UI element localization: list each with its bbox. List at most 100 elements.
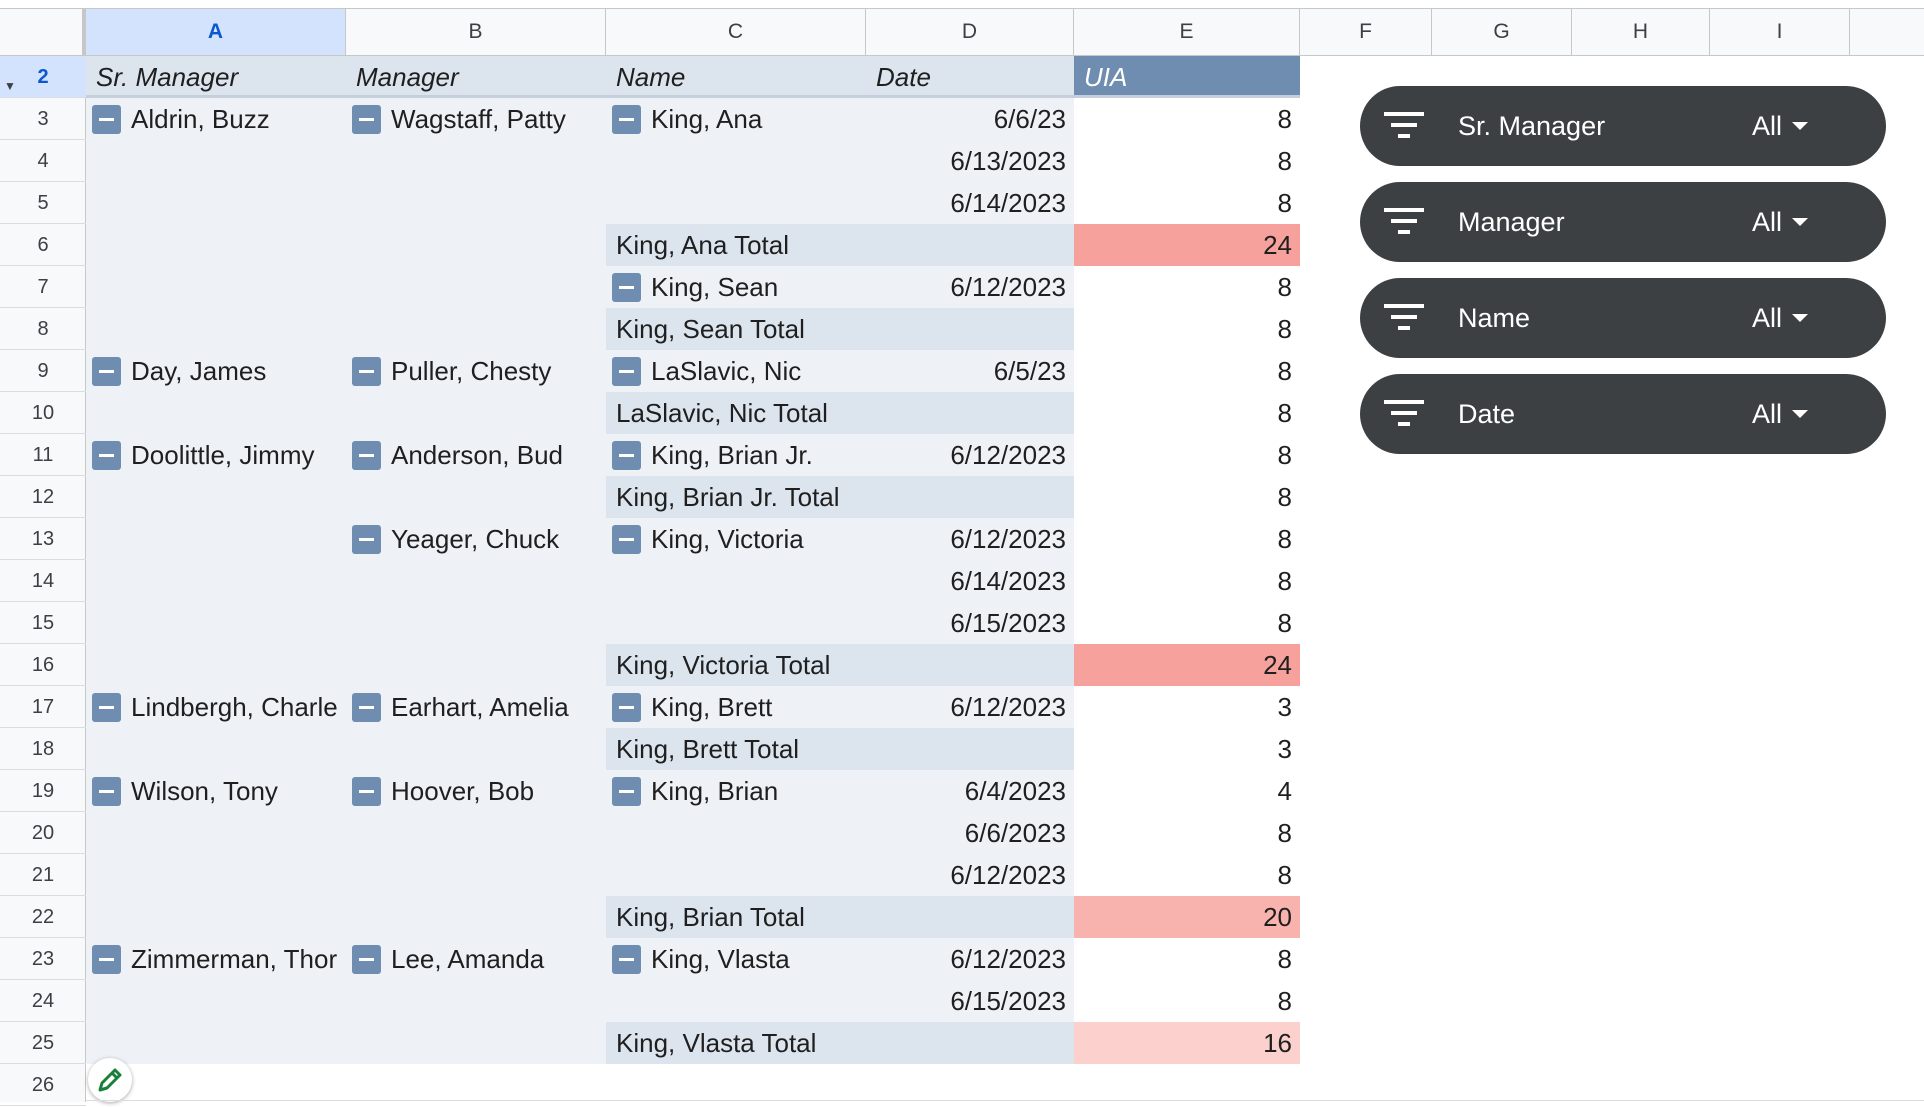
- row-header-10[interactable]: 10: [0, 392, 86, 434]
- pivot-subtotal-value[interactable]: 8: [1074, 476, 1300, 518]
- filter-chip-value[interactable]: All: [1752, 278, 1782, 358]
- pivot-cell-name[interactable]: King, Brian: [606, 770, 866, 812]
- column-header-i[interactable]: I: [1710, 9, 1850, 55]
- pivot-subtotal-label[interactable]: King, Brian Total: [606, 896, 1074, 938]
- pivot-cell-mgr[interactable]: [346, 182, 606, 224]
- pivot-cell-sr[interactable]: [86, 560, 346, 602]
- pivot-cell-mgr[interactable]: [346, 560, 606, 602]
- pivot-cell-sr[interactable]: [86, 140, 346, 182]
- pivot-subtotal-value[interactable]: 8: [1074, 308, 1300, 350]
- row-header-17[interactable]: 17: [0, 686, 86, 728]
- row-header-18[interactable]: 18: [0, 728, 86, 770]
- pivot-subtotal-label[interactable]: King, Ana Total: [606, 224, 1074, 266]
- pivot-cell-date[interactable]: 6/13/2023: [866, 140, 1074, 182]
- pivot-cell-mgr[interactable]: [346, 644, 606, 686]
- row-header-4[interactable]: 4: [0, 140, 86, 182]
- pivot-cell-mgr[interactable]: [346, 854, 606, 896]
- row-header-26[interactable]: 26: [0, 1064, 86, 1106]
- pivot-cell-mgr[interactable]: [346, 392, 606, 434]
- pivot-cell-sr[interactable]: [86, 896, 346, 938]
- row-header-2[interactable]: ▼ 2: [0, 56, 86, 98]
- pivot-cell-sr[interactable]: [86, 266, 346, 308]
- collapse-minus-icon[interactable]: [92, 104, 121, 134]
- pivot-cell-sr[interactable]: [86, 518, 346, 560]
- row-header-5[interactable]: 5: [0, 182, 86, 224]
- pivot-cell-name[interactable]: [606, 812, 866, 854]
- pivot-cell-sr[interactable]: Lindbergh, Charle: [86, 686, 346, 728]
- pivot-cell-name[interactable]: King, Ana: [606, 98, 866, 140]
- pivot-cell-sr[interactable]: [86, 644, 346, 686]
- pivot-cell-date[interactable]: 6/15/2023: [866, 602, 1074, 644]
- pivot-cell-name[interactable]: [606, 140, 866, 182]
- pivot-header-name[interactable]: Name: [606, 56, 866, 98]
- collapse-minus-icon[interactable]: [612, 524, 641, 554]
- pivot-cell-sr[interactable]: [86, 728, 346, 770]
- column-header-e[interactable]: E: [1074, 9, 1300, 55]
- pivot-cell-mgr[interactable]: [346, 308, 606, 350]
- collapse-minus-icon[interactable]: [92, 440, 121, 470]
- pivot-cell-uia[interactable]: 8: [1074, 602, 1300, 644]
- pivot-cell-mgr[interactable]: [346, 1022, 606, 1064]
- pivot-cell-uia[interactable]: 8: [1074, 812, 1300, 854]
- column-header-h[interactable]: H: [1572, 9, 1710, 55]
- pivot-header-sr[interactable]: Sr. Manager: [86, 56, 346, 98]
- collapse-minus-icon[interactable]: [352, 524, 381, 554]
- collapse-minus-icon[interactable]: [352, 440, 381, 470]
- collapse-minus-icon[interactable]: [352, 104, 381, 134]
- dropdown-caret-icon[interactable]: [1792, 314, 1808, 322]
- collapse-minus-icon[interactable]: [612, 356, 641, 386]
- row-header-8[interactable]: 8: [0, 308, 86, 350]
- row-header-6[interactable]: 6: [0, 224, 86, 266]
- pivot-cell-uia[interactable]: 8: [1074, 182, 1300, 224]
- pivot-subtotal-value[interactable]: 8: [1074, 392, 1300, 434]
- pivot-cell-uia[interactable]: 8: [1074, 266, 1300, 308]
- pivot-header-date[interactable]: Date: [866, 56, 1074, 98]
- pivot-subtotal-label[interactable]: King, Brett Total: [606, 728, 1074, 770]
- pivot-subtotal-label[interactable]: LaSlavic, Nic Total: [606, 392, 1074, 434]
- row-header-20[interactable]: 20: [0, 812, 86, 854]
- filter-chip-sr-manager[interactable]: Sr. Manager All: [1360, 86, 1886, 166]
- pivot-cell-sr[interactable]: [86, 854, 346, 896]
- pivot-cell-date[interactable]: 6/6/23: [866, 98, 1074, 140]
- pivot-cell-uia[interactable]: 8: [1074, 98, 1300, 140]
- filter-chip-value[interactable]: All: [1752, 86, 1782, 166]
- pivot-cell-mgr[interactable]: [346, 728, 606, 770]
- pivot-subtotal-value[interactable]: 24: [1074, 224, 1300, 266]
- pivot-cell-date[interactable]: 6/14/2023: [866, 182, 1074, 224]
- collapse-minus-icon[interactable]: [612, 104, 641, 134]
- collapse-minus-icon[interactable]: [92, 776, 121, 806]
- pivot-cell-uia[interactable]: 8: [1074, 854, 1300, 896]
- pivot-cell-sr[interactable]: [86, 392, 346, 434]
- collapse-minus-icon[interactable]: [612, 776, 641, 806]
- pivot-cell-uia[interactable]: 8: [1074, 980, 1300, 1022]
- pivot-subtotal-value[interactable]: 3: [1074, 728, 1300, 770]
- column-header-f[interactable]: F: [1300, 9, 1432, 55]
- pivot-cell-date[interactable]: 6/12/2023: [866, 686, 1074, 728]
- dropdown-caret-icon[interactable]: [1792, 218, 1808, 226]
- pivot-cell-mgr[interactable]: [346, 812, 606, 854]
- select-all-corner[interactable]: [0, 9, 86, 55]
- pivot-cell-mgr[interactable]: [346, 602, 606, 644]
- pivot-cell-sr[interactable]: [86, 476, 346, 518]
- pivot-cell-sr[interactable]: [86, 980, 346, 1022]
- pivot-cell-sr[interactable]: Day, James: [86, 350, 346, 392]
- pivot-cell-mgr[interactable]: Yeager, Chuck: [346, 518, 606, 560]
- collapse-minus-icon[interactable]: [612, 944, 641, 974]
- row-header-13[interactable]: 13: [0, 518, 86, 560]
- collapse-minus-icon[interactable]: [92, 356, 121, 386]
- row-header-16[interactable]: 16: [0, 644, 86, 686]
- pivot-cell-mgr[interactable]: Anderson, Bud: [346, 434, 606, 476]
- collapse-minus-icon[interactable]: [352, 776, 381, 806]
- pivot-cell-name[interactable]: [606, 854, 866, 896]
- pivot-cell-date[interactable]: 6/12/2023: [866, 434, 1074, 476]
- pivot-subtotal-label[interactable]: King, Brian Jr. Total: [606, 476, 1074, 518]
- pivot-cell-mgr[interactable]: Earhart, Amelia: [346, 686, 606, 728]
- pivot-cell-sr[interactable]: Zimmerman, Thor: [86, 938, 346, 980]
- dropdown-caret-icon[interactable]: [1792, 410, 1808, 418]
- row-header-11[interactable]: 11: [0, 434, 86, 476]
- pivot-cell-mgr[interactable]: Puller, Chesty: [346, 350, 606, 392]
- collapse-minus-icon[interactable]: [352, 944, 381, 974]
- row-header-3[interactable]: 3: [0, 98, 86, 140]
- pivot-cell-uia[interactable]: 8: [1074, 560, 1300, 602]
- pivot-subtotal-value[interactable]: 20: [1074, 896, 1300, 938]
